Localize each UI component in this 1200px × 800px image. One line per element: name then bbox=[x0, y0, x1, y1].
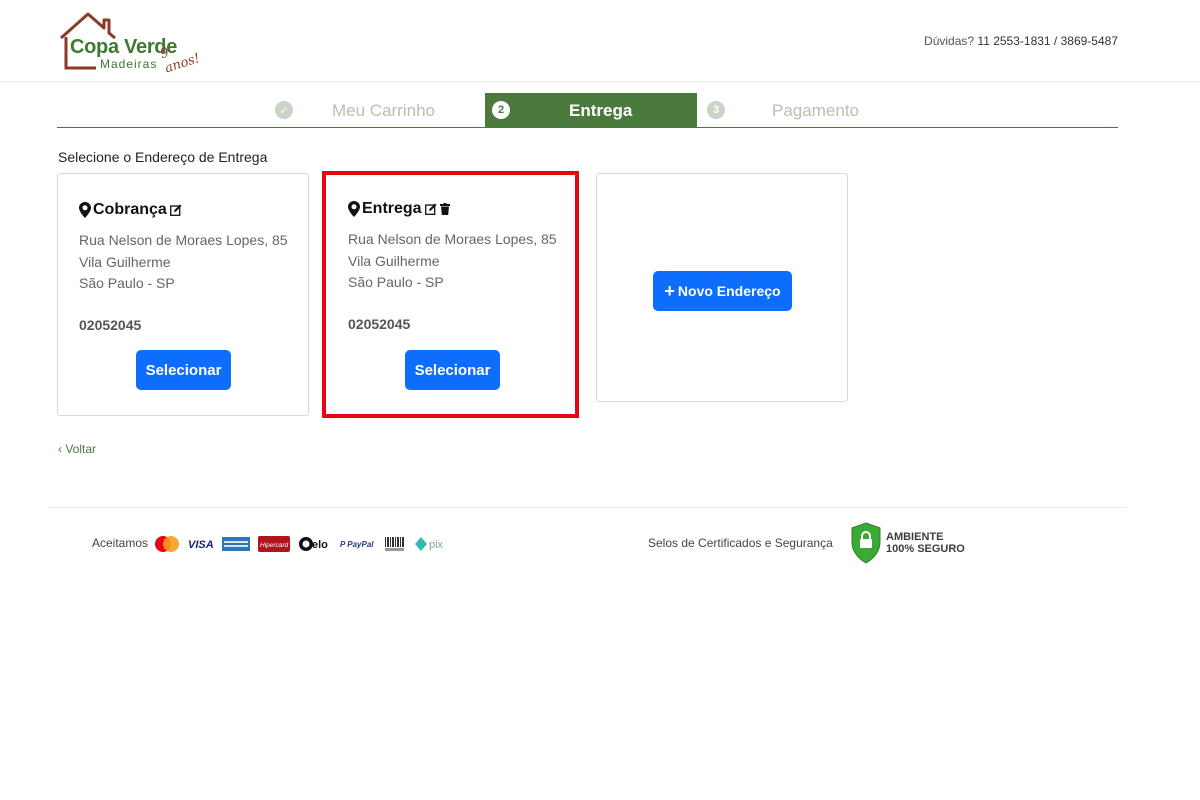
address-street: Rua Nelson de Moraes Lopes, 85 bbox=[79, 232, 288, 248]
address-district: Vila Guilherme bbox=[79, 253, 171, 270]
contact-numbers: 11 2553-1831 / 3869-5487 bbox=[977, 34, 1118, 48]
boleto-icon bbox=[384, 536, 406, 552]
back-label: Voltar bbox=[65, 442, 97, 456]
footer-divider bbox=[48, 507, 1126, 508]
logo-subtitle: Madeiras bbox=[100, 57, 158, 71]
address-lines: Rua Nelson de Moraes Lopes, 85 Vila Guil… bbox=[79, 230, 288, 295]
new-address-button[interactable]: + Novo Endereço bbox=[653, 271, 792, 311]
contact-label: Dúvidas? bbox=[924, 34, 975, 48]
checkout-steps: ✓ Meu Carrinho 2 Entrega 3 Pagamento bbox=[57, 93, 1118, 128]
shield-lock-icon bbox=[851, 522, 881, 564]
secure-line-2: 100% SEGURO bbox=[886, 543, 965, 555]
new-address-label: Novo Endereço bbox=[677, 283, 781, 299]
address-card-cobranca: Cobrança Rua Nelson de Moraes Lopes, 85 … bbox=[57, 173, 309, 416]
contact-info: Dúvidas? 11 2553-1831 / 3869-5487 bbox=[924, 34, 1118, 48]
payment-icons: VISA Hipercard elo P PayPal pix bbox=[154, 533, 460, 555]
edit-icon[interactable] bbox=[169, 204, 182, 216]
step-cart[interactable]: ✓ Meu Carrinho bbox=[275, 93, 435, 127]
paypal-icon: P PayPal bbox=[340, 538, 376, 550]
svg-text:Hipercard: Hipercard bbox=[260, 542, 289, 549]
new-address-card: + Novo Endereço bbox=[596, 173, 848, 402]
step-label: Entrega bbox=[569, 101, 633, 120]
step-number: 2 bbox=[492, 101, 510, 119]
section-title: Selecione o Endereço de Entrega bbox=[58, 149, 268, 165]
step-label: Pagamento bbox=[772, 101, 859, 120]
svg-text:P PayPal: P PayPal bbox=[340, 540, 374, 549]
logo[interactable]: Copa Verde Madeiras 9 anos! bbox=[58, 10, 208, 76]
seals-label: Selos de Certificados e Segurança bbox=[648, 536, 833, 550]
address-cep: 02052045 bbox=[79, 317, 142, 333]
visa-icon: VISA bbox=[188, 538, 214, 550]
chevron-left-icon: ‹ bbox=[58, 442, 62, 456]
step-payment: 3 Pagamento bbox=[707, 93, 859, 127]
address-name: Cobrança bbox=[93, 201, 167, 218]
address-city: São Paulo - SP bbox=[79, 275, 175, 291]
elo-icon: elo bbox=[298, 536, 332, 552]
check-icon: ✓ bbox=[275, 101, 293, 119]
plus-icon: + bbox=[664, 281, 675, 301]
secure-text: AMBIENTE 100% SEGURO bbox=[886, 531, 965, 555]
map-pin-icon bbox=[79, 202, 91, 218]
secure-line-1: AMBIENTE bbox=[886, 531, 944, 543]
hipercard-icon: Hipercard bbox=[258, 536, 290, 552]
back-link[interactable]: ‹ Voltar bbox=[58, 442, 96, 456]
secure-seal: AMBIENTE 100% SEGURO bbox=[851, 522, 965, 564]
accept-label: Aceitamos bbox=[92, 536, 149, 550]
select-button[interactable]: Selecionar bbox=[136, 350, 231, 390]
site-header: Copa Verde Madeiras 9 anos! Dúvidas? 11 … bbox=[0, 0, 1200, 82]
step-delivery: 2 Entrega bbox=[485, 93, 697, 127]
amex-icon bbox=[222, 537, 250, 551]
address-card-header: Cobrança bbox=[79, 201, 182, 219]
selection-highlight bbox=[322, 171, 579, 418]
svg-text:pix: pix bbox=[429, 539, 444, 551]
step-label: Meu Carrinho bbox=[332, 101, 435, 120]
svg-text:VISA: VISA bbox=[188, 539, 214, 550]
pix-icon: pix bbox=[414, 536, 452, 552]
svg-text:elo: elo bbox=[312, 539, 328, 551]
step-number: 3 bbox=[707, 101, 725, 119]
mastercard-icon bbox=[154, 535, 180, 553]
